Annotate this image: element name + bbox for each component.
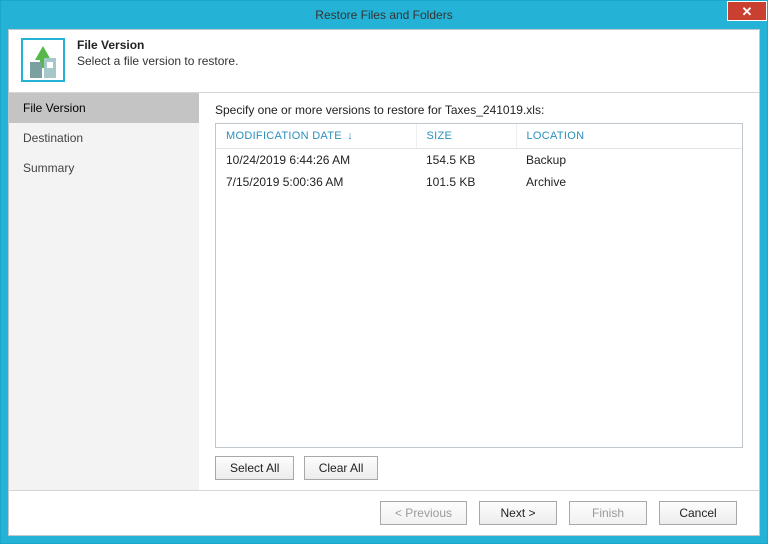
close-button[interactable]: ✕ [727,1,767,21]
select-all-button[interactable]: Select All [215,456,294,480]
step-label: File Version [23,101,86,115]
wizard-header: File Version Select a file version to re… [9,30,759,92]
step-file-version[interactable]: File Version [9,93,199,123]
cell-location: Archive [516,171,742,193]
step-destination[interactable]: Destination [9,123,199,153]
sort-down-icon: ↓ [347,130,353,142]
close-icon: ✕ [742,5,753,18]
column-header-location[interactable]: LOCATION [516,124,742,149]
titlebar: Restore Files and Folders ✕ [1,1,767,29]
selection-buttons: Select All Clear All [215,456,743,480]
cell-date: 7/15/2019 5:00:36 AM [216,171,416,193]
cell-date: 10/24/2019 6:44:26 AM [216,149,416,172]
dialog-window: Restore Files and Folders ✕ File Version… [0,0,768,544]
step-summary[interactable]: Summary [9,153,199,183]
step-label: Destination [23,131,83,145]
versions-table-container: MODIFICATION DATE ↓ SIZE LOCATION [215,123,743,448]
cancel-button[interactable]: Cancel [659,501,737,525]
table-header-row: MODIFICATION DATE ↓ SIZE LOCATION [216,124,742,149]
table-row[interactable]: 10/24/2019 6:44:26 AM 154.5 KB Backup [216,149,742,172]
dialog-body: File Version Select a file version to re… [8,29,760,536]
column-header-size[interactable]: SIZE [416,124,516,149]
cell-location: Backup [516,149,742,172]
previous-button: < Previous [380,501,467,525]
wizard-footer: < Previous Next > Finish Cancel [9,490,759,535]
cell-size: 101.5 KB [416,171,516,193]
column-header-date[interactable]: MODIFICATION DATE ↓ [216,124,416,149]
instruction-text: Specify one or more versions to restore … [215,103,743,117]
wizard-steps: File Version Destination Summary [9,92,199,490]
restore-up-icon [21,38,65,82]
wizard-body: File Version Destination Summary Specify… [9,92,759,490]
page-title: File Version [77,38,238,52]
finish-button: Finish [569,501,647,525]
cell-size: 154.5 KB [416,149,516,172]
step-label: Summary [23,161,74,175]
page-subtitle: Select a file version to restore. [77,54,238,68]
wizard-main: Specify one or more versions to restore … [199,92,759,490]
table-row[interactable]: 7/15/2019 5:00:36 AM 101.5 KB Archive [216,171,742,193]
next-button[interactable]: Next > [479,501,557,525]
versions-table: MODIFICATION DATE ↓ SIZE LOCATION [216,124,742,193]
clear-all-button[interactable]: Clear All [304,456,379,480]
window-title: Restore Files and Folders [315,8,452,22]
